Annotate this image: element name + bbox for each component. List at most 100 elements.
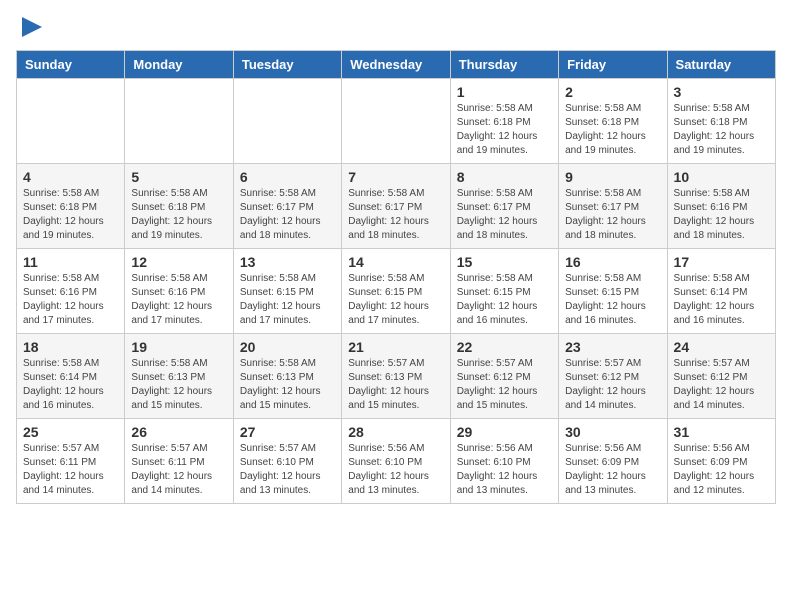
weekday-header-friday: Friday bbox=[559, 51, 667, 79]
day-number: 20 bbox=[240, 339, 335, 355]
day-info: Sunrise: 5:58 AM Sunset: 6:18 PM Dayligh… bbox=[457, 102, 552, 158]
calendar-cell: 30Sunrise: 5:56 AM Sunset: 6:09 PM Dayli… bbox=[559, 419, 667, 504]
calendar-cell: 13 Sunrise: 5:58 AM Sunset: 6:15 PM Dayli… bbox=[233, 249, 341, 334]
calendar-week-4: 18Sunrise: 5:58 AM Sunset: 6:14 PM Dayli… bbox=[17, 334, 776, 419]
calendar-cell: 16 Sunrise: 5:58 AM Sunset: 6:15 PM Dayli… bbox=[559, 249, 667, 334]
calendar-cell: 8 Sunrise: 5:58 AM Sunset: 6:17 PM Daylig… bbox=[450, 164, 558, 249]
calendar-cell: 15 Sunrise: 5:58 AM Sunset: 6:15 PM Dayli… bbox=[450, 249, 558, 334]
day-info: Sunrise: 5:57 AM Sunset: 6:11 PM Dayligh… bbox=[23, 442, 118, 498]
day-number: 10 bbox=[674, 169, 769, 185]
day-info: Sunrise: 5:58 AM Sunset: 6:17 PM Dayligh… bbox=[240, 187, 335, 243]
day-info: Sunrise: 5:58 AM Sunset: 6:18 PM Dayligh… bbox=[131, 187, 226, 243]
day-info: Sunrise: 5:58 AM Sunset: 6:14 PM Dayligh… bbox=[674, 272, 769, 328]
calendar-cell: 10 Sunrise: 5:58 AM Sunset: 6:16 PM Dayli… bbox=[667, 164, 775, 249]
calendar-cell: 18Sunrise: 5:58 AM Sunset: 6:14 PM Dayli… bbox=[17, 334, 125, 419]
calendar-week-1: 1 Sunrise: 5:58 AM Sunset: 6:18 PM Daylig… bbox=[17, 79, 776, 164]
calendar-cell: 5 Sunrise: 5:58 AM Sunset: 6:18 PM Daylig… bbox=[125, 164, 233, 249]
day-info: Sunrise: 5:58 AM Sunset: 6:15 PM Dayligh… bbox=[565, 272, 660, 328]
day-number: 14 bbox=[348, 254, 443, 270]
day-info: Sunrise: 5:58 AM Sunset: 6:16 PM Dayligh… bbox=[131, 272, 226, 328]
calendar-cell: 12 Sunrise: 5:58 AM Sunset: 6:16 PM Dayli… bbox=[125, 249, 233, 334]
day-number: 11 bbox=[23, 254, 118, 270]
calendar-cell: 31 Sunrise: 5:56 AM Sunset: 6:09 PM Dayli… bbox=[667, 419, 775, 504]
day-number: 28 bbox=[348, 424, 443, 440]
day-number: 13 bbox=[240, 254, 335, 270]
calendar-cell bbox=[125, 79, 233, 164]
calendar-cell: 9 Sunrise: 5:58 AM Sunset: 6:17 PM Daylig… bbox=[559, 164, 667, 249]
day-info: Sunrise: 5:58 AM Sunset: 6:18 PM Dayligh… bbox=[565, 102, 660, 158]
logo bbox=[16, 16, 42, 38]
day-info: Sunrise: 5:58 AM Sunset: 6:13 PM Dayligh… bbox=[240, 357, 335, 413]
day-number: 19 bbox=[131, 339, 226, 355]
day-info: Sunrise: 5:57 AM Sunset: 6:13 PM Dayligh… bbox=[348, 357, 443, 413]
day-info: Sunrise: 5:56 AM Sunset: 6:09 PM Dayligh… bbox=[674, 442, 769, 498]
day-number: 18 bbox=[23, 339, 118, 355]
calendar-cell: 11 Sunrise: 5:58 AM Sunset: 6:16 PM Dayli… bbox=[17, 249, 125, 334]
weekday-header-sunday: Sunday bbox=[17, 51, 125, 79]
day-number: 8 bbox=[457, 169, 552, 185]
calendar-cell: 1 Sunrise: 5:58 AM Sunset: 6:18 PM Daylig… bbox=[450, 79, 558, 164]
day-info: Sunrise: 5:58 AM Sunset: 6:17 PM Dayligh… bbox=[565, 187, 660, 243]
day-info: Sunrise: 5:58 AM Sunset: 6:18 PM Dayligh… bbox=[23, 187, 118, 243]
calendar-cell: 19 Sunrise: 5:58 AM Sunset: 6:13 PM Dayli… bbox=[125, 334, 233, 419]
day-number: 22 bbox=[457, 339, 552, 355]
calendar-cell: 6 Sunrise: 5:58 AM Sunset: 6:17 PM Daylig… bbox=[233, 164, 341, 249]
day-info: Sunrise: 5:58 AM Sunset: 6:15 PM Dayligh… bbox=[457, 272, 552, 328]
day-number: 12 bbox=[131, 254, 226, 270]
calendar-cell bbox=[17, 79, 125, 164]
calendar-cell: 14 Sunrise: 5:58 AM Sunset: 6:15 PM Dayli… bbox=[342, 249, 450, 334]
day-number: 5 bbox=[131, 169, 226, 185]
day-info: Sunrise: 5:58 AM Sunset: 6:15 PM Dayligh… bbox=[348, 272, 443, 328]
calendar-cell: 28 Sunrise: 5:56 AM Sunset: 6:10 PM Dayli… bbox=[342, 419, 450, 504]
calendar-cell: 22 Sunrise: 5:57 AM Sunset: 6:12 PM Dayli… bbox=[450, 334, 558, 419]
calendar-cell: 21 Sunrise: 5:57 AM Sunset: 6:13 PM Dayli… bbox=[342, 334, 450, 419]
day-number: 29 bbox=[457, 424, 552, 440]
calendar-cell: 3 Sunrise: 5:58 AM Sunset: 6:18 PM Daylig… bbox=[667, 79, 775, 164]
day-number: 26 bbox=[131, 424, 226, 440]
calendar-cell: 29Sunrise: 5:56 AM Sunset: 6:10 PM Dayli… bbox=[450, 419, 558, 504]
day-info: Sunrise: 5:58 AM Sunset: 6:17 PM Dayligh… bbox=[348, 187, 443, 243]
day-info: Sunrise: 5:57 AM Sunset: 6:12 PM Dayligh… bbox=[674, 357, 769, 413]
calendar-week-5: 25Sunrise: 5:57 AM Sunset: 6:11 PM Dayli… bbox=[17, 419, 776, 504]
day-info: Sunrise: 5:58 AM Sunset: 6:13 PM Dayligh… bbox=[131, 357, 226, 413]
day-number: 7 bbox=[348, 169, 443, 185]
day-number: 17 bbox=[674, 254, 769, 270]
day-info: Sunrise: 5:56 AM Sunset: 6:09 PM Dayligh… bbox=[565, 442, 660, 498]
day-number: 1 bbox=[457, 84, 552, 100]
calendar-cell bbox=[233, 79, 341, 164]
day-number: 9 bbox=[565, 169, 660, 185]
day-number: 21 bbox=[348, 339, 443, 355]
weekday-header-tuesday: Tuesday bbox=[233, 51, 341, 79]
day-info: Sunrise: 5:58 AM Sunset: 6:15 PM Dayligh… bbox=[240, 272, 335, 328]
day-info: Sunrise: 5:58 AM Sunset: 6:17 PM Dayligh… bbox=[457, 187, 552, 243]
calendar-cell: 23Sunrise: 5:57 AM Sunset: 6:12 PM Dayli… bbox=[559, 334, 667, 419]
day-number: 6 bbox=[240, 169, 335, 185]
day-number: 3 bbox=[674, 84, 769, 100]
calendar-cell: 17 Sunrise: 5:58 AM Sunset: 6:14 PM Dayli… bbox=[667, 249, 775, 334]
calendar-cell: 2 Sunrise: 5:58 AM Sunset: 6:18 PM Daylig… bbox=[559, 79, 667, 164]
weekday-header-wednesday: Wednesday bbox=[342, 51, 450, 79]
day-number: 16 bbox=[565, 254, 660, 270]
day-number: 15 bbox=[457, 254, 552, 270]
calendar-cell bbox=[342, 79, 450, 164]
day-number: 23 bbox=[565, 339, 660, 355]
day-info: Sunrise: 5:57 AM Sunset: 6:10 PM Dayligh… bbox=[240, 442, 335, 498]
calendar-cell: 25Sunrise: 5:57 AM Sunset: 6:11 PM Dayli… bbox=[17, 419, 125, 504]
calendar-cell: 20 Sunrise: 5:58 AM Sunset: 6:13 PM Dayli… bbox=[233, 334, 341, 419]
logo-arrow-icon bbox=[22, 16, 42, 38]
page-header bbox=[16, 16, 776, 38]
calendar-cell: 24 Sunrise: 5:57 AM Sunset: 6:12 PM Dayli… bbox=[667, 334, 775, 419]
day-number: 4 bbox=[23, 169, 118, 185]
day-info: Sunrise: 5:57 AM Sunset: 6:12 PM Dayligh… bbox=[457, 357, 552, 413]
day-number: 24 bbox=[674, 339, 769, 355]
weekday-header-thursday: Thursday bbox=[450, 51, 558, 79]
day-info: Sunrise: 5:56 AM Sunset: 6:10 PM Dayligh… bbox=[348, 442, 443, 498]
day-number: 31 bbox=[674, 424, 769, 440]
day-info: Sunrise: 5:58 AM Sunset: 6:18 PM Dayligh… bbox=[674, 102, 769, 158]
calendar-week-3: 11 Sunrise: 5:58 AM Sunset: 6:16 PM Dayli… bbox=[17, 249, 776, 334]
weekday-header-monday: Monday bbox=[125, 51, 233, 79]
calendar-table: SundayMondayTuesdayWednesdayThursdayFrid… bbox=[16, 50, 776, 504]
day-info: Sunrise: 5:58 AM Sunset: 6:16 PM Dayligh… bbox=[23, 272, 118, 328]
day-info: Sunrise: 5:58 AM Sunset: 6:16 PM Dayligh… bbox=[674, 187, 769, 243]
day-number: 2 bbox=[565, 84, 660, 100]
